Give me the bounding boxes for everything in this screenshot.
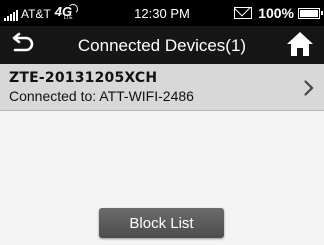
page-title: Connected Devices(1) bbox=[77, 36, 247, 55]
battery-percent: 100% bbox=[258, 5, 294, 21]
app-header: Connected Devices(1) bbox=[0, 26, 324, 64]
status-right: 100% bbox=[234, 5, 323, 21]
status-bar: AT&T 4G LTE 12:30 PM 100% bbox=[0, 0, 324, 26]
home-icon[interactable] bbox=[286, 31, 314, 57]
device-name: ZTE-20131205XCH bbox=[9, 70, 158, 86]
battery-icon bbox=[298, 7, 323, 19]
device-list-item[interactable]: ZTE-20131205XCH Connected to: ATT-WIFI-2… bbox=[0, 64, 324, 111]
device-connection: Connected to: ATT-WIFI-2486 bbox=[9, 88, 194, 104]
block-list-button[interactable]: Block List bbox=[99, 208, 224, 238]
mail-icon bbox=[234, 7, 253, 19]
chevron-right-icon bbox=[304, 80, 314, 96]
connected-devices-screen: AT&T 4G LTE 12:30 PM 100% Connected Devi… bbox=[0, 0, 324, 245]
